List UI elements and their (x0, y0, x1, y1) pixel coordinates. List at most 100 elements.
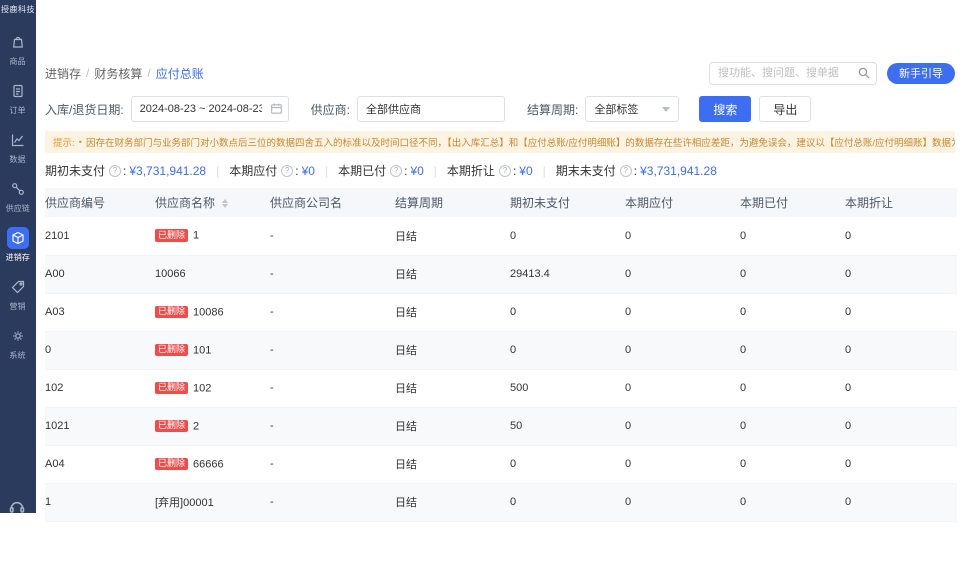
help-icon[interactable] (390, 165, 402, 177)
export-button[interactable]: 导出 (759, 96, 811, 122)
cell-cycle: 日结 (395, 217, 510, 255)
header-settle-cycle: 结算周期 (395, 188, 510, 217)
payable-ledger-table: 供应商编号 供应商名称 供应商公司名 结算周期 期初未支付 本期应付 本期已付 … (45, 188, 957, 522)
document-icon (7, 80, 29, 102)
cell-supplier-code: 102 (45, 369, 155, 407)
cell-supplier-name: [弃用]00001 (155, 483, 270, 521)
table-row[interactable]: A04 已删除66666 - 日结 0 0 0 0 (45, 445, 957, 483)
notice-label: 提示: (53, 135, 75, 149)
cell-discount: 0 (845, 407, 957, 445)
sidebar-item-label: 营销 (10, 300, 26, 311)
gear-icon (7, 325, 29, 347)
supplier-name-text: 10086 (193, 306, 224, 318)
date-range-input[interactable] (131, 96, 289, 122)
cell-supplier-code: 2101 (45, 217, 155, 255)
deleted-badge: 已删除 (155, 382, 188, 395)
filter-bar: 入库/退货日期: 供应商: 结算周期: 全部标签 (45, 96, 955, 122)
sort-icon[interactable] (222, 199, 228, 208)
sidebar-item-label: 订单 (10, 104, 26, 115)
search-icon[interactable] (857, 66, 871, 85)
sidebar-item-products[interactable]: 商品 (7, 31, 29, 67)
notice-banner: 提示: • 因存在财务部门与业务部门对小数点后三位的数据四舍五入的标准以及时间口… (45, 131, 955, 153)
cell-cycle: 日结 (395, 255, 510, 293)
table-row[interactable]: A00 10066 - 日结 29413.4 0 0 0 (45, 255, 957, 293)
sidebar-item-supply-chain[interactable]: 供应链 (5, 178, 31, 214)
header-supplier-code: 供应商编号 (45, 188, 155, 217)
cell-payable: 0 (625, 255, 740, 293)
supplier-name-text: 102 (193, 382, 211, 394)
cell-payable: 0 (625, 407, 740, 445)
cell-opening: 0 (510, 483, 625, 521)
summary-colon: : (513, 164, 516, 178)
cell-paid: 0 (740, 293, 845, 331)
summary-label: 本期折让 (447, 162, 495, 179)
supplier-name-text: 101 (193, 344, 211, 356)
main-content: 进销存 / 财务核算 / 应付总账 新手引导 入库/退货日期: (36, 0, 961, 513)
cell-opening: 0 (510, 293, 625, 331)
summary-label: 本期已付 (338, 162, 386, 179)
global-search-input[interactable] (709, 62, 877, 85)
tag-icon (7, 276, 29, 298)
breadcrumb-item[interactable]: 进销存 (45, 65, 81, 82)
sidebar-item-orders[interactable]: 订单 (7, 80, 29, 116)
cell-cycle: 日结 (395, 407, 510, 445)
cell-discount: 0 (845, 369, 957, 407)
table-row[interactable]: 1021 已删除2 - 日结 50 0 0 0 (45, 407, 957, 445)
summary-colon: : (634, 164, 637, 178)
table-row[interactable]: A03 已删除10086 - 日结 0 0 0 0 (45, 293, 957, 331)
cell-supplier-name: 已删除 102 (155, 369, 270, 407)
sidebar-item-data[interactable]: 数据 (7, 129, 29, 165)
cell-cycle: 日结 (395, 483, 510, 521)
cell-cycle: 日结 (395, 369, 510, 407)
summary-colon: : (123, 164, 126, 178)
cell-company: - (270, 483, 395, 521)
beginner-guide-button[interactable]: 新手引导 (887, 63, 955, 84)
cell-company: - (270, 369, 395, 407)
cell-discount: 0 (845, 483, 957, 521)
breadcrumb-separator: / (86, 66, 89, 80)
summary-label: 期末未支付 (556, 162, 616, 179)
cell-supplier-name: 10066 (155, 255, 270, 293)
supplier-name-text: 2 (193, 420, 199, 432)
deleted-badge: 已删除 (155, 420, 188, 433)
cell-supplier-name: 已删除 2 (155, 407, 270, 445)
help-icon[interactable] (499, 165, 511, 177)
sidebar-item-system[interactable]: 系统 (7, 325, 29, 361)
cell-company: - (270, 445, 395, 483)
help-icon[interactable] (620, 165, 632, 177)
cell-opening: 50 (510, 407, 625, 445)
cell-company: - (270, 293, 395, 331)
help-icon[interactable] (281, 165, 293, 177)
calendar-icon (270, 102, 283, 118)
supplier-input[interactable] (357, 96, 505, 122)
cell-cycle: 日结 (395, 445, 510, 483)
table-row[interactable]: 2101 已删除1 - 日结 0 0 0 0 (45, 217, 957, 255)
search-button[interactable]: 搜索 (699, 96, 751, 122)
supplier-name-text: 10066 (155, 268, 186, 280)
header-opening-unpaid: 期初未支付 (510, 188, 625, 217)
cell-opening: 29413.4 (510, 255, 625, 293)
sidebar-item-label: 供应链 (6, 202, 30, 213)
cell-opening: 0 (510, 445, 625, 483)
notice-text: 因存在财务部门与业务部门对小数点后三位的数据四舍五入的标准以及时间口径不同，【出… (86, 135, 955, 149)
cell-payable: 0 (625, 331, 740, 369)
sidebar-item-inventory[interactable]: 进销存 (5, 227, 31, 263)
sidebar-item-marketing[interactable]: 营销 (7, 276, 29, 312)
breadcrumb-item[interactable]: 财务核算 (94, 65, 142, 82)
cell-supplier-code: A00 (45, 255, 155, 293)
cell-discount: 0 (845, 331, 957, 369)
summary-divider: | (434, 164, 437, 178)
support-icon[interactable] (7, 497, 27, 513)
header-period-payable: 本期应付 (625, 188, 740, 217)
cell-opening: 0 (510, 331, 625, 369)
header-period-discount: 本期折让 (845, 188, 957, 217)
cell-payable: 0 (625, 445, 740, 483)
cycle-select[interactable]: 全部标签 (585, 96, 679, 122)
deleted-badge: 已删除 (155, 306, 188, 319)
table-row[interactable]: 1 [弃用]00001 - 日结 0 0 0 0 (45, 483, 957, 521)
table-row[interactable]: 102 已删除102 - 日结 500 0 0 0 (45, 369, 957, 407)
cell-supplier-name: 已删除66666 (155, 445, 270, 483)
cell-paid: 0 (740, 445, 845, 483)
help-icon[interactable] (109, 165, 121, 177)
table-row[interactable]: 0 已删除101 - 日结 0 0 0 0 (45, 331, 957, 369)
